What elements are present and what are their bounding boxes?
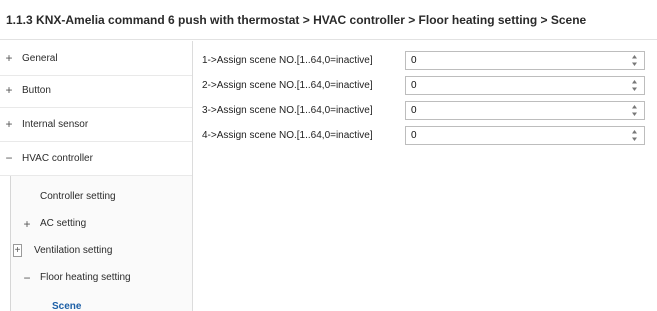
stepper-value[interactable]: 0: [406, 55, 628, 66]
sidebar-item-label: Controller setting: [40, 191, 116, 202]
sidebar-item-general[interactable]: + General: [0, 41, 192, 76]
parameter-label: 2->Assign scene NO.[1..64,0=inactive]: [202, 79, 373, 91]
collapse-minus-icon[interactable]: −: [4, 152, 14, 164]
sidebar-item-controller-setting[interactable]: Controller setting: [10, 183, 192, 210]
spin-arrows-icon[interactable]: [628, 102, 640, 119]
parameter-row: 3->Assign scene NO.[1..64,0=inactive] 0: [194, 98, 657, 122]
parameter-row: 1->Assign scene NO.[1..64,0=inactive] 0: [194, 48, 657, 72]
sidebar-item-label: Ventilation setting: [34, 245, 113, 256]
spin-arrows-icon[interactable]: [628, 127, 640, 144]
spin-arrows-icon[interactable]: [628, 52, 640, 69]
expand-plus-icon[interactable]: +: [4, 118, 14, 130]
stepper-value[interactable]: 0: [406, 105, 628, 116]
expand-plus-icon[interactable]: +: [22, 218, 32, 230]
stepper-value[interactable]: 0: [406, 130, 628, 141]
expand-plus-icon[interactable]: +: [4, 52, 14, 64]
sidebar-item-ventilation-setting[interactable]: + Ventilation setting: [10, 237, 192, 264]
scene-number-stepper[interactable]: 0: [405, 125, 645, 145]
expand-plus-icon[interactable]: +: [13, 244, 22, 257]
sidebar: + General + Button + Internal sensor − H…: [0, 41, 193, 311]
scene-number-stepper[interactable]: 0: [405, 75, 645, 95]
parameter-label: 4->Assign scene NO.[1..64,0=inactive]: [202, 129, 373, 141]
scene-number-stepper[interactable]: 0: [405, 50, 645, 70]
sidebar-item-hvac-controller[interactable]: − HVAC controller: [0, 141, 192, 176]
sidebar-item-label: Internal sensor: [22, 118, 89, 130]
sidebar-item-scene[interactable]: Scene: [10, 293, 192, 311]
sidebar-item-label: AC setting: [40, 218, 87, 229]
sidebar-item-internal-sensor[interactable]: + Internal sensor: [0, 107, 192, 142]
sidebar-item-floor-heating-setting[interactable]: − Floor heating setting: [10, 264, 192, 291]
parameter-label: 1->Assign scene NO.[1..64,0=inactive]: [202, 54, 373, 66]
parameter-row: 4->Assign scene NO.[1..64,0=inactive] 0: [194, 123, 657, 147]
parameter-panel: 1->Assign scene NO.[1..64,0=inactive] 0 …: [194, 41, 657, 311]
sidebar-item-label: General: [22, 52, 58, 64]
parameter-label: 3->Assign scene NO.[1..64,0=inactive]: [202, 104, 373, 116]
parameter-row: 2->Assign scene NO.[1..64,0=inactive] 0: [194, 73, 657, 97]
scene-number-stepper[interactable]: 0: [405, 100, 645, 120]
sidebar-item-button[interactable]: + Button: [0, 73, 192, 108]
expand-plus-icon[interactable]: +: [4, 84, 14, 96]
collapse-minus-icon[interactable]: −: [22, 272, 32, 284]
sidebar-item-label: Floor heating setting: [40, 272, 131, 283]
sidebar-item-ac-setting[interactable]: + AC setting: [10, 210, 192, 237]
sidebar-item-label: Scene: [52, 301, 82, 311]
sidebar-item-label: Button: [22, 84, 51, 96]
breadcrumb-title: 1.1.3 KNX-Amelia command 6 push with the…: [0, 0, 657, 40]
spin-arrows-icon[interactable]: [628, 77, 640, 94]
stepper-value[interactable]: 0: [406, 80, 628, 91]
sidebar-item-label: HVAC controller: [22, 152, 93, 164]
